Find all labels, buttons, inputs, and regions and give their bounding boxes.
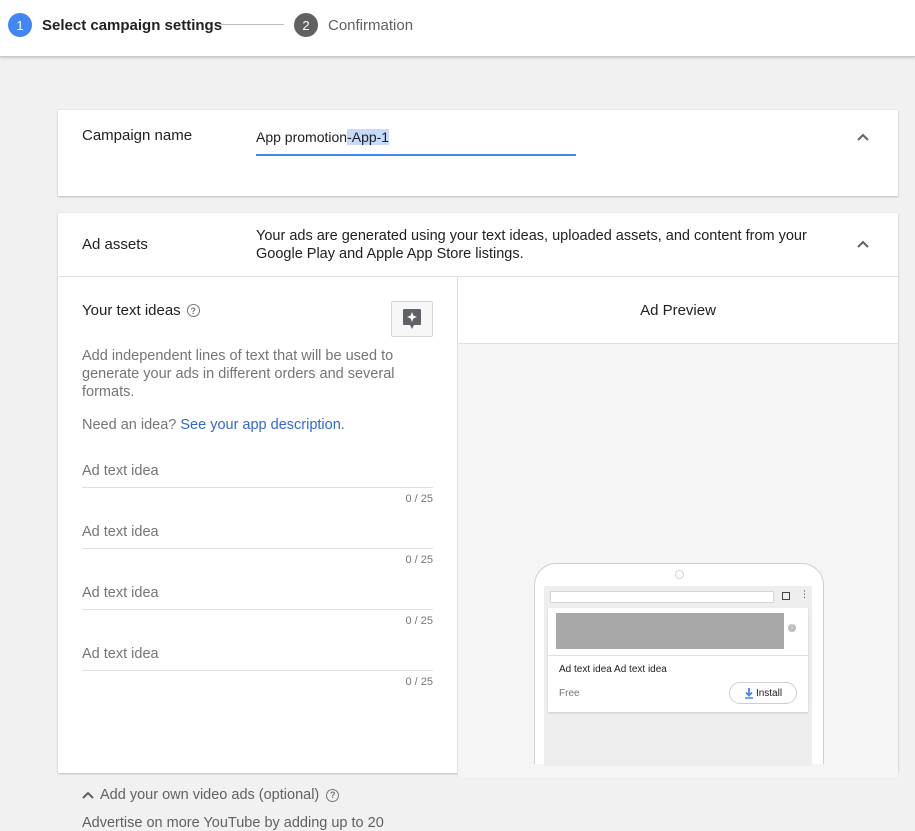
more-vert-icon: ⋮ — [800, 589, 809, 599]
preview-ad-price: Free — [559, 688, 580, 699]
text-ideas-panel: Your text ideas ? Add independent lines … — [58, 277, 458, 831]
collapse-campaign-name-chevron-up-icon[interactable] — [856, 130, 870, 144]
video-ads-description: Advertise on more YouTube by adding up t… — [82, 815, 384, 831]
char-counter: 0 / 25 — [405, 554, 433, 566]
step-connector — [220, 24, 284, 25]
step-confirmation[interactable]: 2 Confirmation — [294, 13, 413, 37]
phone-screen: ⋮ i Ad text idea Ad text idea Free Insta… — [544, 586, 812, 766]
phone-mockup: ⋮ i Ad text idea Ad text idea Free Insta… — [534, 563, 824, 766]
step-select-settings[interactable]: 1 Select campaign settings — [8, 13, 222, 37]
campaign-name-label: Campaign name — [82, 127, 193, 144]
text-ideas-heading: Your text ideas ? — [82, 302, 200, 319]
suggest-ideas-button[interactable] — [391, 301, 433, 337]
ad-text-idea-field-4[interactable]: Ad text idea 0 / 25 — [82, 640, 433, 695]
preview-ad-text: Ad text idea Ad text idea — [559, 664, 667, 675]
campaign-name-selected-text: -App-1 — [347, 129, 390, 145]
ad-assets-description: Your ads are generated using your text i… — [256, 228, 807, 262]
idea-prompt-line: Need an idea? See your app description. — [82, 417, 345, 433]
ad-preview-panel: Ad Preview ⋮ i Ad text idea Ad text idea… — [458, 277, 898, 777]
help-icon[interactable]: ? — [186, 304, 200, 317]
text-ideas-description: Add independent lines of text that will … — [82, 348, 395, 400]
ad-text-idea-field-2[interactable]: Ad text idea 0 / 25 — [82, 518, 433, 573]
step-number-2: 2 — [294, 13, 318, 37]
field-underline — [82, 548, 433, 549]
campaign-name-card: Campaign name App promotion-App-1 — [58, 110, 898, 196]
stepper-bar: 1 Select campaign settings 2 Confirmatio… — [0, 0, 915, 57]
install-label: Install — [755, 687, 783, 699]
preview-install-button: Install — [729, 682, 797, 704]
ad-assets-card: Ad assets Your ads are generated using y… — [58, 213, 898, 831]
browser-url-bar — [550, 591, 774, 603]
ad-preview-title: Ad Preview — [458, 277, 898, 344]
field-underline — [82, 487, 433, 488]
ad-text-idea-field-3[interactable]: Ad text idea 0 / 25 — [82, 579, 433, 634]
tabs-icon — [782, 592, 790, 600]
char-counter: 0 / 25 — [405, 676, 433, 688]
see-app-description-link[interactable]: See your app description. — [180, 417, 344, 433]
ad-text-idea-placeholder: Ad text idea — [82, 585, 159, 601]
ad-text-idea-placeholder: Ad text idea — [82, 463, 159, 479]
step-number-1: 1 — [8, 13, 32, 37]
char-counter: 0 / 25 — [405, 493, 433, 505]
char-counter: 0 / 25 — [405, 615, 433, 627]
video-ads-toggle[interactable]: Add your own video ads (optional) ? — [82, 787, 340, 803]
campaign-name-text: App promotion — [256, 129, 348, 145]
text-ideas-title: Your text ideas — [82, 302, 181, 319]
ad-text-idea-placeholder: Ad text idea — [82, 646, 159, 662]
idea-prompt: Need an idea? — [82, 417, 177, 433]
ad-assets-label: Ad assets — [82, 236, 148, 253]
ad-text-idea-field-1[interactable]: Ad text idea 0 / 25 — [82, 457, 433, 512]
chevron-up-icon — [82, 791, 94, 799]
info-icon: i — [788, 624, 796, 632]
campaign-name-input[interactable]: App promotion-App-1 — [256, 128, 576, 156]
step-label-2: Confirmation — [328, 16, 414, 34]
download-icon — [744, 687, 754, 699]
step-label-1: Select campaign settings — [42, 16, 223, 34]
sparkle-icon — [403, 309, 421, 329]
phone-camera — [675, 570, 684, 579]
field-underline — [82, 670, 433, 671]
preview-ad-divider — [548, 655, 808, 656]
field-underline — [82, 609, 433, 610]
ad-text-idea-placeholder: Ad text idea — [82, 524, 159, 540]
help-icon[interactable]: ? — [326, 788, 340, 802]
video-ads-toggle-label: Add your own video ads (optional) — [100, 787, 320, 803]
collapse-ad-assets-chevron-up-icon[interactable] — [856, 237, 870, 251]
preview-ad-image — [556, 613, 784, 649]
preview-ad-card: i Ad text idea Ad text idea Free Install — [548, 608, 808, 712]
